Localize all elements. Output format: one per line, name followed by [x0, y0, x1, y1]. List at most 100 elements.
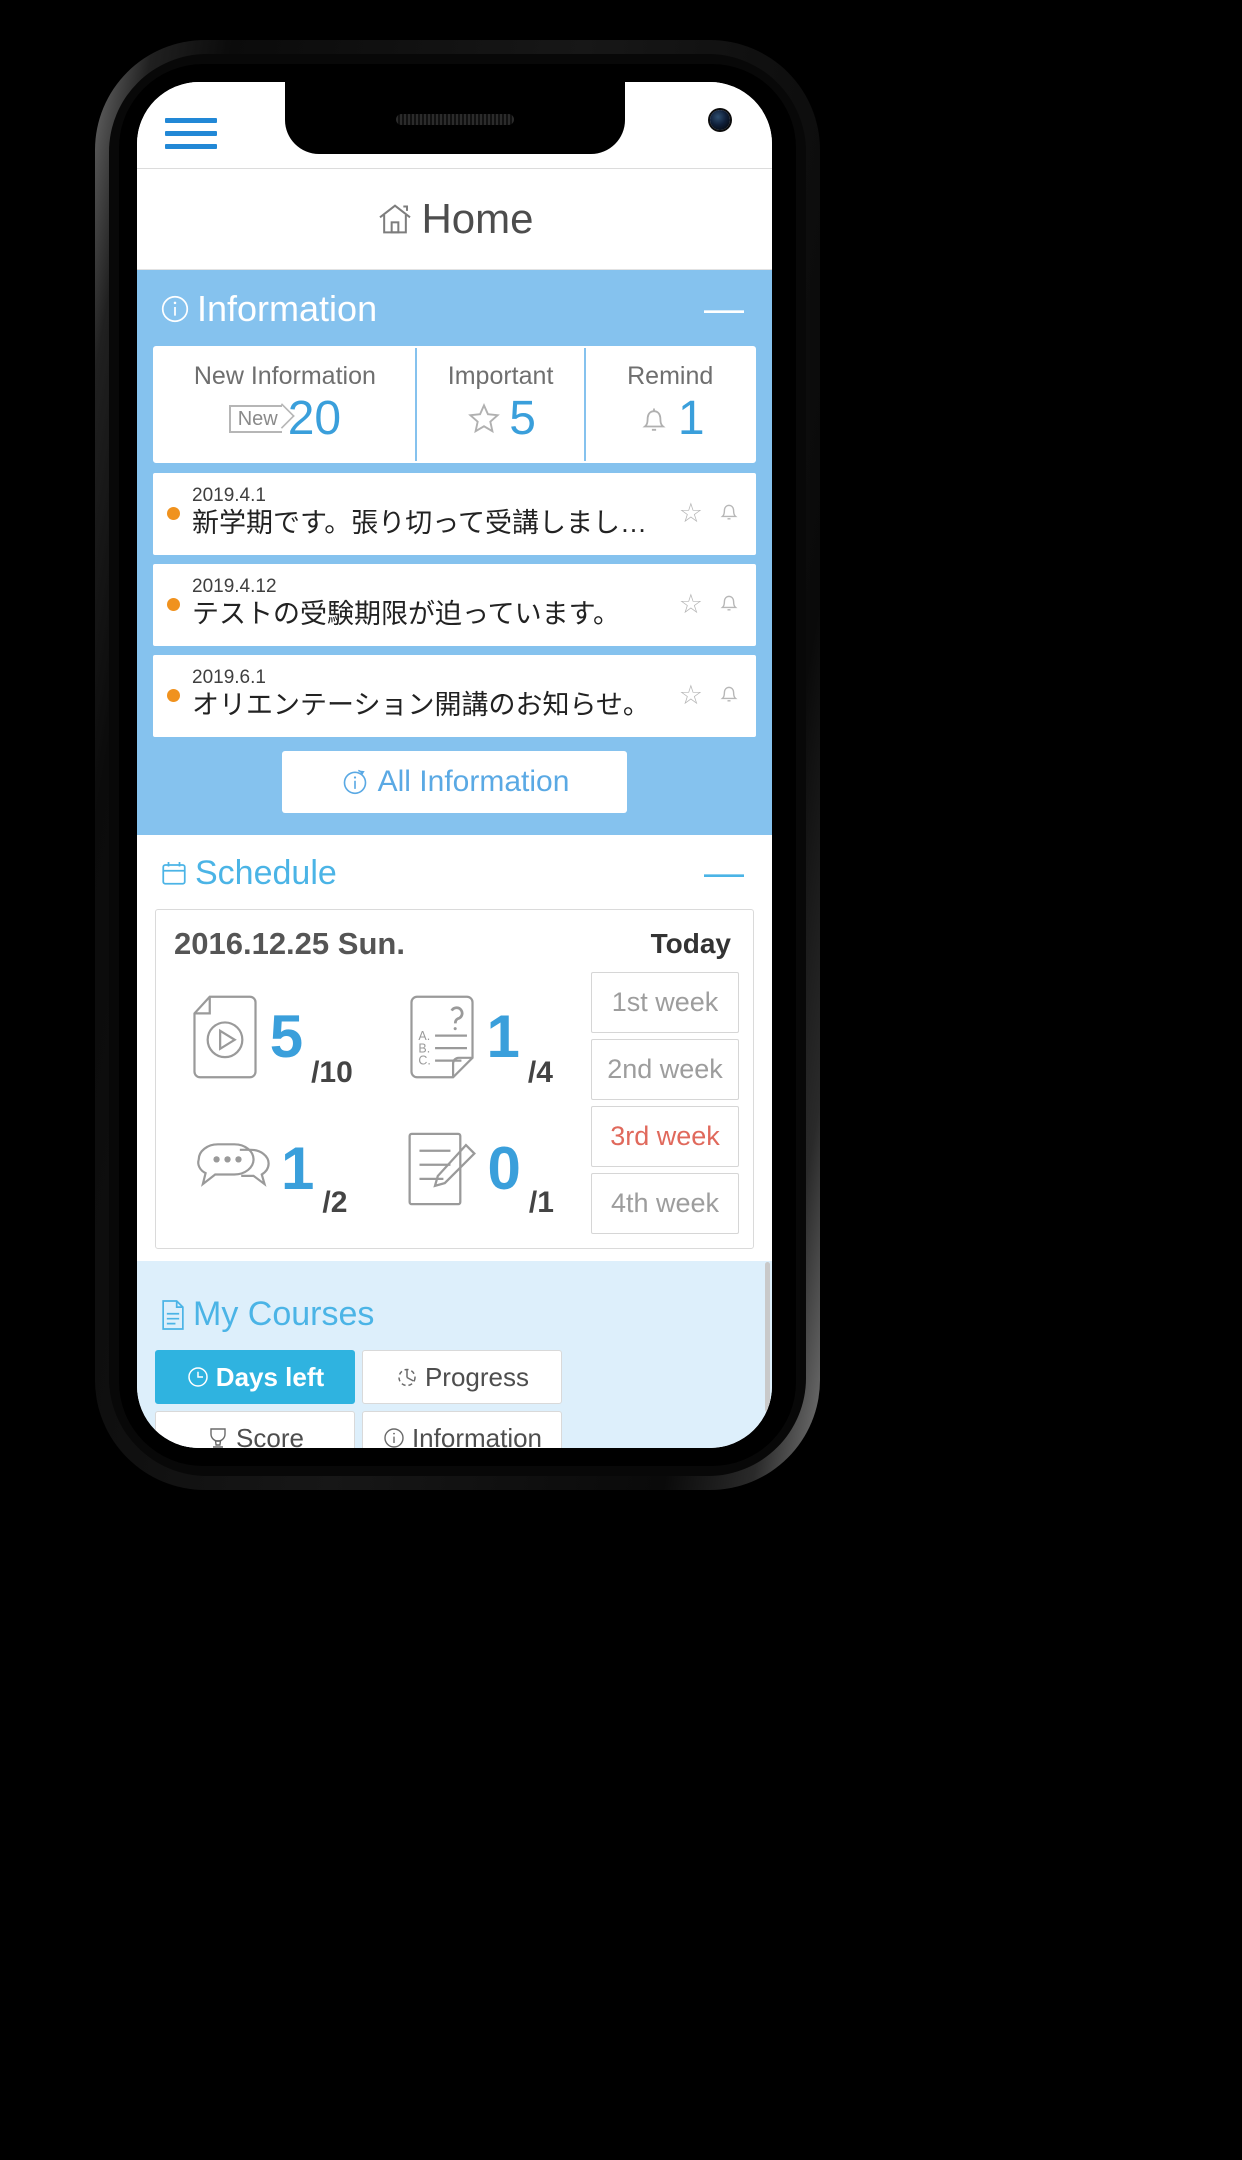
calendar-icon: [159, 858, 189, 888]
information-title-text: Information: [197, 288, 378, 329]
news-list: 2019.4.1 新学期です。張り切って受講しましょう。 ☆ 2019.4.12…: [153, 473, 756, 737]
tab-label: Score: [236, 1422, 304, 1449]
stat-label: Remind: [627, 362, 714, 390]
news-actions: ☆: [679, 680, 742, 711]
star-icon: [465, 400, 503, 438]
page-header: Home: [137, 169, 772, 270]
week-button-3[interactable]: 3rd week: [591, 1106, 739, 1167]
screenshot-stage: Home Information — New Information New 2…: [0, 0, 1242, 2160]
news-date: 2019.4.12: [192, 576, 277, 598]
hamburger-menu-icon[interactable]: [165, 118, 217, 150]
news-item[interactable]: 2019.6.1 オリエンテーション開講のお知らせ。 ☆: [153, 655, 756, 737]
counter-total: /10: [311, 1056, 353, 1089]
my-courses-header: My Courses: [137, 1277, 772, 1350]
report-document-icon: [404, 1128, 480, 1210]
week-button-2[interactable]: 2nd week: [591, 1039, 739, 1100]
week-button-1[interactable]: 1st week: [591, 972, 739, 1033]
clock-icon: [186, 1365, 210, 1389]
score-icon: [206, 1426, 230, 1448]
schedule-body: 5 /10 A. B. C. 1 /4 1 /2 0 /1 1st week 2…: [156, 970, 753, 1234]
information-title: Information: [159, 288, 377, 330]
tab-score[interactable]: Score: [155, 1411, 355, 1448]
phone-frame: Home Information — New Information New 2…: [95, 40, 820, 1490]
unread-dot-icon: [167, 688, 180, 702]
counter-total: /2: [322, 1186, 348, 1219]
information-section: Information — New Information New 20 Imp…: [137, 270, 772, 835]
star-icon[interactable]: ☆: [679, 680, 703, 711]
app-content: Home Information — New Information New 2…: [137, 82, 772, 1448]
information-header: Information —: [137, 270, 772, 346]
tab-label: Information: [411, 1422, 543, 1449]
information-collapse-button[interactable]: —: [698, 289, 750, 329]
stat-remind[interactable]: Remind 1: [586, 348, 754, 461]
discussion-icon: [193, 1132, 273, 1206]
week-button-4[interactable]: 4th week: [591, 1173, 739, 1234]
stat-label: Important: [447, 362, 554, 390]
news-item[interactable]: 2019.4.1 新学期です。張り切って受講しましょう。 ☆: [153, 473, 756, 555]
tab-information[interactable]: Information: [362, 1411, 562, 1448]
page-title: Home: [375, 195, 534, 243]
stat-important[interactable]: Important 5: [416, 348, 587, 461]
tab-label: Progress: [424, 1361, 530, 1392]
schedule-title-text: Schedule: [195, 853, 337, 892]
counter-value: 1: [486, 1003, 520, 1070]
star-icon[interactable]: ☆: [679, 589, 703, 620]
svg-text:C.: C.: [418, 1054, 430, 1068]
news-text: 2019.4.1 新学期です。張り切って受講しましょう。: [192, 485, 669, 541]
tab-progress[interactable]: Progress: [362, 1350, 562, 1404]
star-icon[interactable]: ☆: [679, 498, 703, 529]
schedule-collapse-button[interactable]: —: [698, 853, 750, 893]
stat-value: 20: [287, 392, 342, 445]
news-actions: ☆: [679, 498, 742, 529]
all-information-label: All Information: [377, 765, 570, 798]
bell-icon[interactable]: [716, 498, 742, 529]
schedule-counters: 5 /10 A. B. C. 1 /4 1 /2 0 /1: [166, 970, 583, 1234]
news-date: 2019.6.1: [192, 667, 266, 689]
news-item[interactable]: 2019.4.12 テストの受験期限が迫っています。 ☆: [153, 564, 756, 646]
schedule-card: 2016.12.25 Sun. Today 5 /10 A. B. C. 1 /…: [155, 909, 754, 1249]
schedule-counter-video[interactable]: 5 /10: [166, 970, 375, 1104]
schedule-card-header: 2016.12.25 Sun. Today: [156, 910, 753, 970]
counter-value: 5: [269, 1003, 304, 1070]
tab-days-left[interactable]: Days left: [155, 1350, 355, 1404]
news-text: 2019.6.1 オリエンテーション開講のお知らせ。: [192, 667, 669, 723]
earpiece-speaker: [395, 114, 514, 125]
news-title: テストの受験期限が迫っています。: [192, 599, 620, 630]
schedule-counter-quiz[interactable]: A. B. C. 1 /4: [375, 970, 584, 1104]
progress-icon: [395, 1365, 419, 1389]
tab-label: Days left: [215, 1361, 325, 1392]
video-document-icon: [188, 994, 262, 1080]
week-selector: 1st week 2nd week 3rd week 4th week: [591, 970, 739, 1234]
stat-value: 1: [677, 392, 705, 445]
counter-total: /1: [528, 1186, 554, 1219]
document-icon: [159, 1299, 187, 1331]
quiz-document-icon: A. B. C.: [405, 994, 479, 1080]
stat-new-information[interactable]: New Information New 20: [155, 348, 417, 461]
bell-icon[interactable]: [716, 680, 742, 711]
my-courses-section: My Courses Days left Progress Score Info…: [137, 1261, 772, 1448]
schedule-title: Schedule: [159, 854, 337, 893]
counter-total: /4: [527, 1056, 553, 1089]
bell-icon: [636, 401, 672, 437]
front-camera: [709, 110, 730, 130]
news-actions: ☆: [679, 589, 742, 620]
house-icon: [375, 199, 415, 239]
schedule-today-label: Today: [650, 928, 731, 959]
news-date: 2019.4.1: [192, 485, 266, 507]
scrollbar[interactable]: [765, 1262, 770, 1412]
schedule-counter-discussion[interactable]: 1 /2: [166, 1104, 375, 1234]
news-text: 2019.4.12 テストの受験期限が迫っています。: [192, 576, 669, 632]
my-courses-title-text: My Courses: [193, 1295, 375, 1333]
counter-value: 0: [487, 1135, 521, 1202]
all-information-button[interactable]: All Information: [282, 751, 627, 813]
schedule-date: 2016.12.25 Sun.: [174, 926, 405, 961]
info-circle-icon: [159, 293, 191, 325]
bell-icon[interactable]: [716, 589, 742, 620]
news-title: 新学期です。張り切って受講しましょう。: [192, 508, 669, 539]
page-title-text: Home: [421, 195, 534, 242]
phone-screen: Home Information — New Information New 2…: [137, 82, 772, 1448]
unread-dot-icon: [167, 597, 180, 611]
schedule-counter-report[interactable]: 0 /1: [375, 1104, 584, 1234]
course-filter-tabs: Days left Progress Score Information: [137, 1350, 772, 1448]
my-courses-title: My Courses: [159, 1295, 374, 1334]
